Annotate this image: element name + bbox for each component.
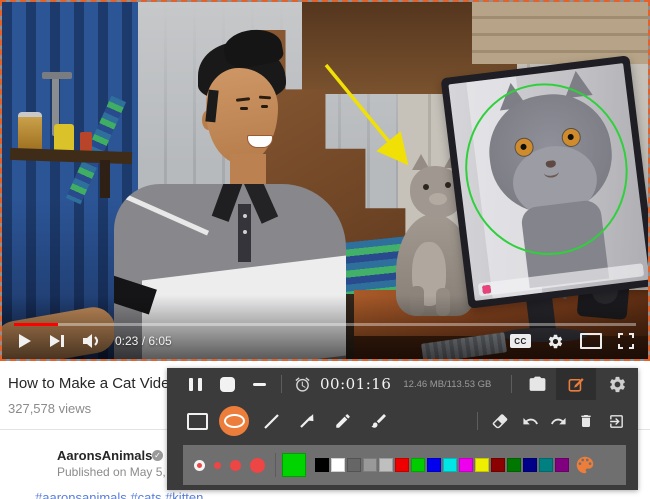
recorder-settings-button[interactable]: [596, 368, 638, 400]
color-swatch[interactable]: [395, 458, 409, 472]
screen: 0:23 / 6:05 CC How to Make a Cat Video 3…: [0, 0, 650, 499]
delete-button[interactable]: [572, 400, 600, 442]
dock-icon: [482, 284, 491, 293]
separator: [511, 375, 512, 393]
pencil-tool-button[interactable]: [325, 400, 361, 442]
color-swatch[interactable]: [347, 458, 361, 472]
minimize-button[interactable]: [243, 368, 275, 400]
fullscreen-button[interactable]: [618, 333, 634, 349]
brush-size-small[interactable]: [214, 462, 221, 469]
scene-jar: [80, 132, 92, 152]
recorder-row-palette: [183, 445, 626, 485]
recorder-row-tools: [167, 400, 638, 442]
next-button[interactable]: [50, 334, 65, 348]
arrow-tool-button[interactable]: [289, 400, 325, 442]
recorder-toolbar: 00:01:16 12.46 MB/113.53 GB: [167, 368, 638, 490]
color-swatch[interactable]: [331, 458, 345, 472]
time-display: 0:23 / 6:05: [115, 334, 172, 348]
player-controls: 0:23 / 6:05 CC: [18, 328, 634, 354]
verified-badge-icon: ✓: [152, 450, 163, 461]
brush-size-smallest-selected[interactable]: [194, 460, 205, 471]
color-swatch[interactable]: [411, 458, 425, 472]
polo-button: [243, 230, 247, 234]
color-swatch[interactable]: [539, 458, 553, 472]
progress-bar[interactable]: [14, 323, 636, 326]
recorder-row-controls: 00:01:16 12.46 MB/113.53 GB: [167, 368, 638, 400]
play-button[interactable]: [18, 333, 32, 349]
screenshot-camera-button[interactable]: [518, 368, 556, 400]
theater-mode-button[interactable]: [580, 333, 602, 349]
eraser-button[interactable]: [484, 400, 516, 442]
brush-size-large[interactable]: [250, 458, 265, 473]
color-swatch[interactable]: [523, 458, 537, 472]
scene-pipe-elbow: [42, 72, 72, 79]
storage-usage: 12.46 MB/113.53 GB: [403, 379, 491, 390]
color-swatch[interactable]: [427, 458, 441, 472]
ellipse-tool-button-selected[interactable]: [219, 406, 249, 436]
line-tool-button[interactable]: [253, 400, 289, 442]
description-links[interactable]: #aaronsanimals #cats #kitten: [35, 490, 435, 499]
view-count: 327,578 views: [8, 401, 91, 416]
separator: [275, 453, 276, 477]
brush-size-medium[interactable]: [230, 460, 241, 471]
video-title: How to Make a Cat Video: [8, 375, 178, 392]
undo-button[interactable]: [516, 400, 544, 442]
captions-button[interactable]: CC: [510, 334, 531, 348]
separator: [281, 375, 282, 393]
cat-eye: [423, 184, 429, 190]
current-color-swatch[interactable]: [282, 453, 306, 477]
progress-played: [14, 323, 58, 326]
cat-muzzle: [429, 193, 447, 205]
color-palette: [315, 458, 569, 472]
player-settings-icon[interactable]: [547, 333, 564, 350]
recording-region[interactable]: 0:23 / 6:05 CC: [0, 0, 650, 361]
color-swatch[interactable]: [315, 458, 329, 472]
polo-button: [243, 214, 247, 218]
color-swatch[interactable]: [491, 458, 505, 472]
exit-button[interactable]: [600, 400, 632, 442]
man-eye: [240, 107, 248, 110]
channel-name[interactable]: AaronsAnimals: [57, 448, 152, 463]
palette-more-colors-button[interactable]: [569, 445, 601, 485]
monitor-screen: [448, 63, 649, 301]
rectangle-tool-button[interactable]: [179, 400, 215, 442]
color-swatch[interactable]: [379, 458, 393, 472]
scene-wood-planks: [472, 2, 648, 64]
scene-jar: [18, 112, 42, 152]
scene-shelf-bracket: [100, 160, 110, 198]
cat-eye: [445, 182, 451, 188]
pause-button[interactable]: [179, 368, 211, 400]
man-eye: [261, 105, 268, 108]
arrow-annotation: [320, 60, 430, 182]
edit-annotate-button[interactable]: [556, 368, 596, 400]
color-swatch[interactable]: [555, 458, 569, 472]
alarm-clock-icon: [288, 368, 316, 400]
stop-button[interactable]: [211, 368, 243, 400]
polo-shoulder-stripe: [123, 194, 209, 236]
color-swatch[interactable]: [475, 458, 489, 472]
redo-button[interactable]: [544, 400, 572, 442]
color-swatch[interactable]: [459, 458, 473, 472]
brush-tool-button[interactable]: [361, 400, 397, 442]
monitor: [441, 55, 650, 308]
color-swatch[interactable]: [507, 458, 521, 472]
volume-button[interactable]: [83, 334, 101, 348]
recording-timer: 00:01:16: [320, 375, 391, 393]
separator: [477, 412, 478, 430]
scene-jar: [54, 124, 74, 152]
color-swatch[interactable]: [443, 458, 457, 472]
color-swatch[interactable]: [363, 458, 377, 472]
